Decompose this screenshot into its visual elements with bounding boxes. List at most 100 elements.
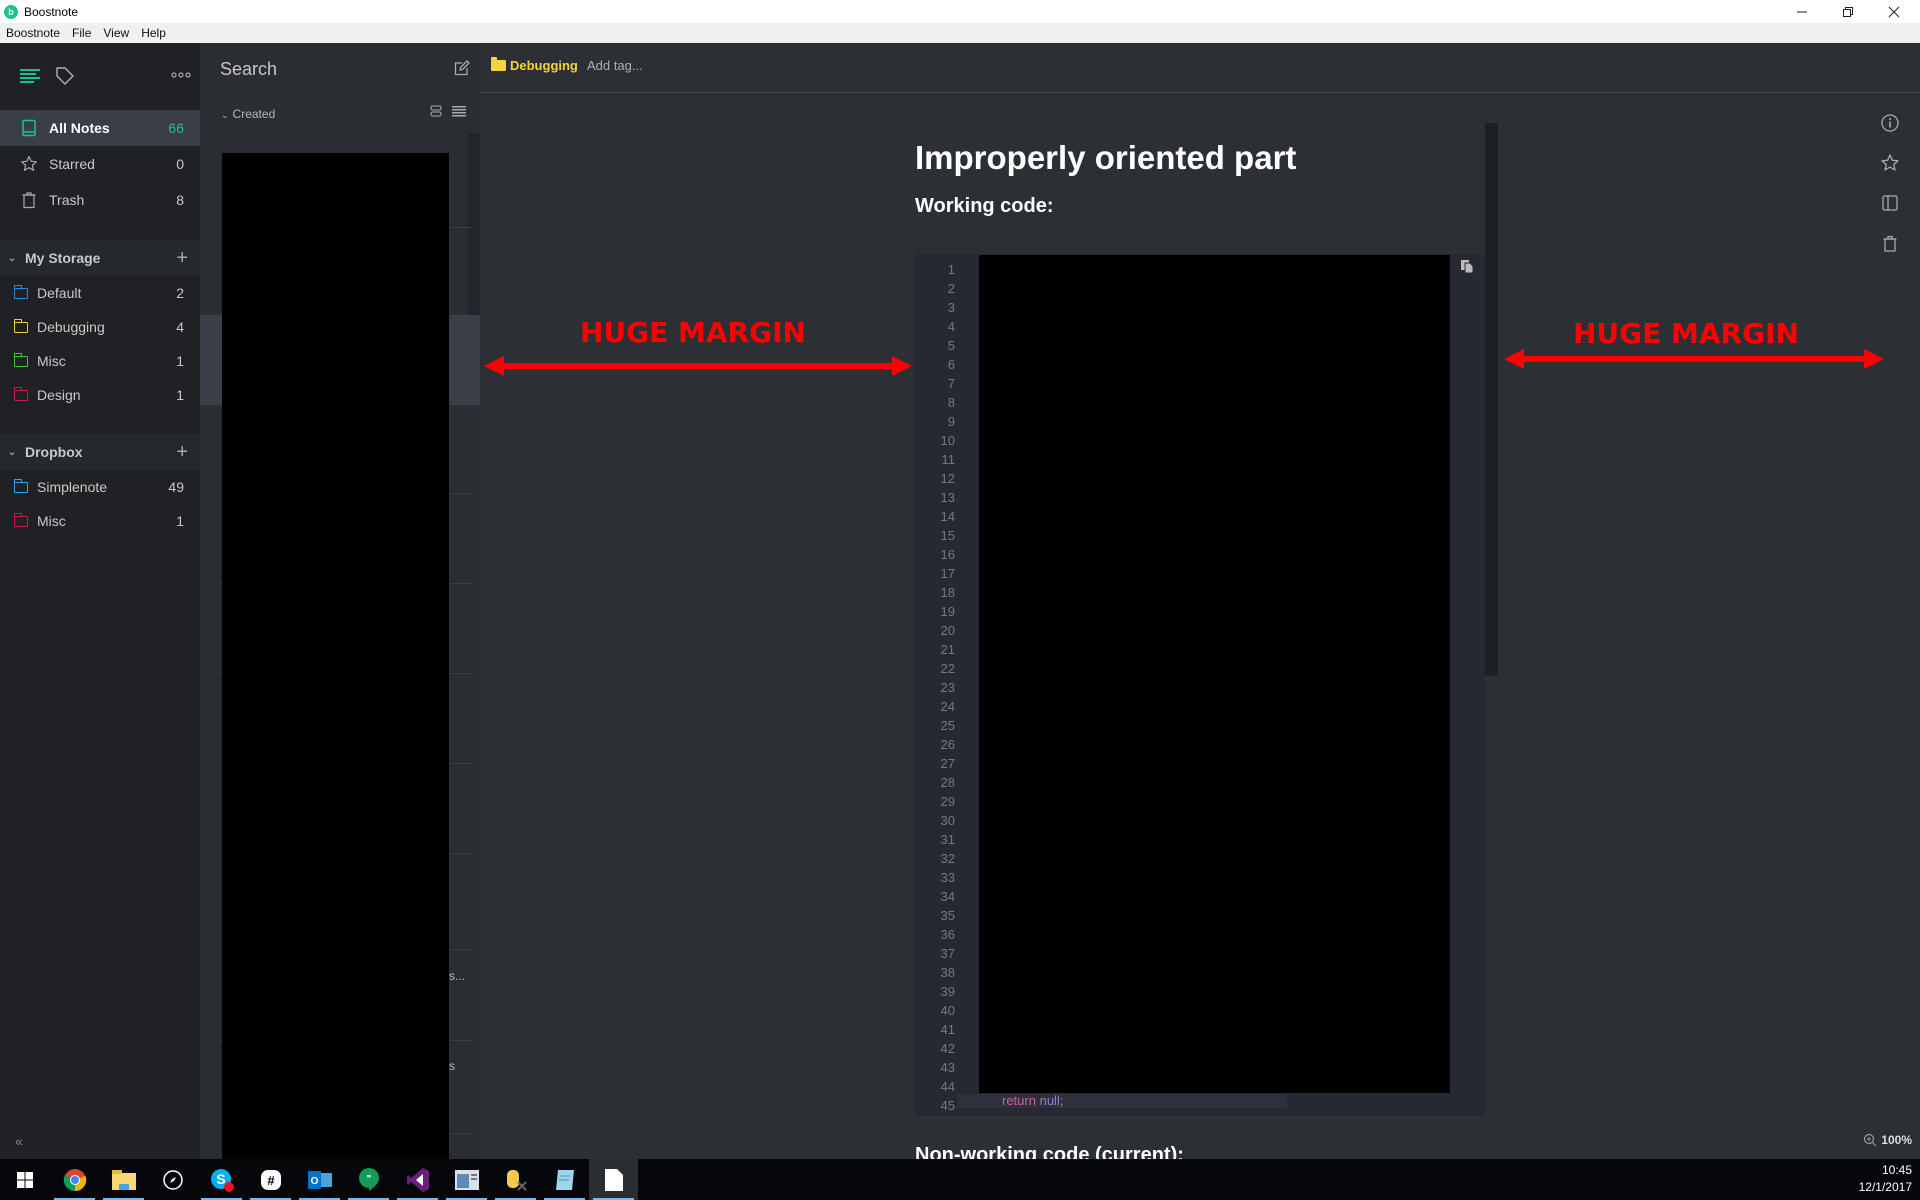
taskbar-slack[interactable]: # <box>246 1159 295 1200</box>
start-button[interactable] <box>0 1159 49 1200</box>
taskbar: S # O " 10:45 12/1/2017 <box>0 1159 1920 1200</box>
folder-name: Debugging <box>510 58 578 73</box>
line-number: 43 <box>940 1060 955 1075</box>
line-number: 45 <box>940 1098 955 1113</box>
line-number: 14 <box>940 509 955 524</box>
editor-scrollbar[interactable] <box>1485 123 1498 676</box>
hangouts-icon: " <box>358 1167 379 1191</box>
taskbar-skype[interactable]: S <box>197 1159 246 1200</box>
line-number: 15 <box>940 528 955 543</box>
restore-button[interactable] <box>1825 0 1871 23</box>
menu-file[interactable]: File <box>66 26 97 40</box>
star-icon[interactable] <box>1880 153 1900 173</box>
trash-icon[interactable] <box>1880 233 1900 253</box>
window-title: Boostnote <box>24 4 79 19</box>
note-list-scrollbar[interactable] <box>468 133 480 333</box>
line-number: 26 <box>940 737 955 752</box>
new-note-icon[interactable] <box>454 60 470 76</box>
taskbar-notepad[interactable] <box>540 1159 589 1200</box>
sidebar-folder-misc-dropbox[interactable]: Misc 1 <box>0 504 200 538</box>
menu-boostnote[interactable]: Boostnote <box>0 26 66 40</box>
storage-header-my-storage[interactable]: ⌄ My Storage + <box>0 240 200 276</box>
folder-count: 1 <box>176 513 184 529</box>
taskbar-outlook[interactable]: O <box>295 1159 344 1200</box>
compact-view-icon[interactable] <box>452 105 466 117</box>
folder-icon <box>111 1169 136 1190</box>
close-icon <box>1888 6 1900 17</box>
editor-header: Debugging Add tag... <box>480 43 1920 93</box>
compass-icon <box>162 1169 183 1190</box>
taskbar-compass[interactable] <box>148 1159 197 1200</box>
note-title: Improperly oriented part <box>915 139 1297 176</box>
heading-working-code: Working code: <box>915 195 1054 217</box>
line-number: 5 <box>947 338 955 353</box>
sort-dropdown[interactable]: ⌄ Created <box>221 107 275 121</box>
folder-count: 4 <box>176 319 184 335</box>
search-input[interactable]: Search <box>220 59 277 80</box>
tag-icon[interactable] <box>55 66 75 86</box>
info-icon[interactable] <box>1880 113 1900 133</box>
menu-help[interactable]: Help <box>135 26 172 40</box>
code-keyword: return <box>1002 1093 1036 1108</box>
sidebar-folder-simplenote[interactable]: Simplenote 49 <box>0 470 200 504</box>
folder-count: 1 <box>176 353 184 369</box>
restore-icon <box>1843 6 1853 17</box>
add-folder-button[interactable]: + <box>176 247 188 270</box>
folder-count: 2 <box>176 285 184 301</box>
fullscreen-toggle-icon[interactable] <box>1880 193 1900 213</box>
note-folder[interactable]: Debugging <box>491 57 578 73</box>
sidebar-item-trash[interactable]: Trash 8 <box>0 182 200 218</box>
sidebar-folder-default[interactable]: Default 2 <box>0 276 200 310</box>
copy-icon[interactable] <box>1461 259 1473 273</box>
line-number: 18 <box>940 585 955 600</box>
minimize-button[interactable] <box>1779 0 1825 23</box>
taskbar-boostnote[interactable] <box>589 1159 638 1200</box>
taskbar-hangouts[interactable]: " <box>344 1159 393 1200</box>
collapse-sidebar-button[interactable]: « <box>15 1133 23 1149</box>
sidebar-folder-misc[interactable]: Misc 1 <box>0 344 200 378</box>
annotation-left-arrow <box>484 356 912 376</box>
folder-count: 1 <box>176 387 184 403</box>
line-number: 27 <box>940 756 955 771</box>
annotation-right-arrow <box>1504 349 1884 369</box>
default-view-icon[interactable] <box>430 105 442 117</box>
sidebar-folder-debugging[interactable]: Debugging 4 <box>0 310 200 344</box>
svg-text:": " <box>366 1174 371 1185</box>
close-button[interactable] <box>1871 0 1917 23</box>
visual-studio-icon <box>406 1167 429 1192</box>
chevron-down-icon[interactable]: ⌄ <box>8 253 16 264</box>
add-folder-button[interactable]: + <box>176 441 188 464</box>
chevron-down-icon[interactable]: ⌄ <box>8 447 16 458</box>
skype-icon: S <box>210 1168 234 1192</box>
notes-list-toggle-icon[interactable] <box>20 68 40 84</box>
add-tag-input[interactable]: Add tag... <box>587 58 643 73</box>
line-number: 28 <box>940 775 955 790</box>
zoom-control[interactable]: 100% <box>1863 1133 1912 1147</box>
line-number: 37 <box>940 946 955 961</box>
svg-text:S: S <box>216 1171 225 1187</box>
storage-header-dropbox[interactable]: ⌄ Dropbox + <box>0 434 200 470</box>
zoom-in-icon <box>1864 1133 1877 1147</box>
more-options-icon[interactable] <box>171 71 191 79</box>
line-number: 36 <box>940 927 955 942</box>
zoom-level: 100% <box>1881 1133 1912 1147</box>
folder-label: Design <box>37 387 81 403</box>
taskbar-app-window[interactable] <box>442 1159 491 1200</box>
menu-view[interactable]: View <box>97 26 135 40</box>
taskbar-file-explorer[interactable] <box>99 1159 148 1200</box>
sidebar-item-starred[interactable]: Starred 0 <box>0 146 200 182</box>
note-title-fragment: s <box>449 1059 455 1073</box>
taskbar-chrome[interactable] <box>50 1159 99 1200</box>
note-count: 8 <box>176 192 184 208</box>
line-number: 25 <box>940 718 955 733</box>
taskbar-database-tool[interactable] <box>491 1159 540 1200</box>
line-number: 33 <box>940 870 955 885</box>
sidebar-folder-design[interactable]: Design 1 <box>0 378 200 412</box>
chrome-icon <box>63 1168 86 1191</box>
system-clock[interactable]: 10:45 12/1/2017 <box>1859 1162 1912 1196</box>
taskbar-visual-studio[interactable] <box>393 1159 442 1200</box>
folder-icon <box>13 318 28 333</box>
sidebar-item-all-notes[interactable]: All Notes 66 <box>0 110 200 146</box>
folder-icon <box>13 512 28 527</box>
line-number: 4 <box>947 319 955 334</box>
